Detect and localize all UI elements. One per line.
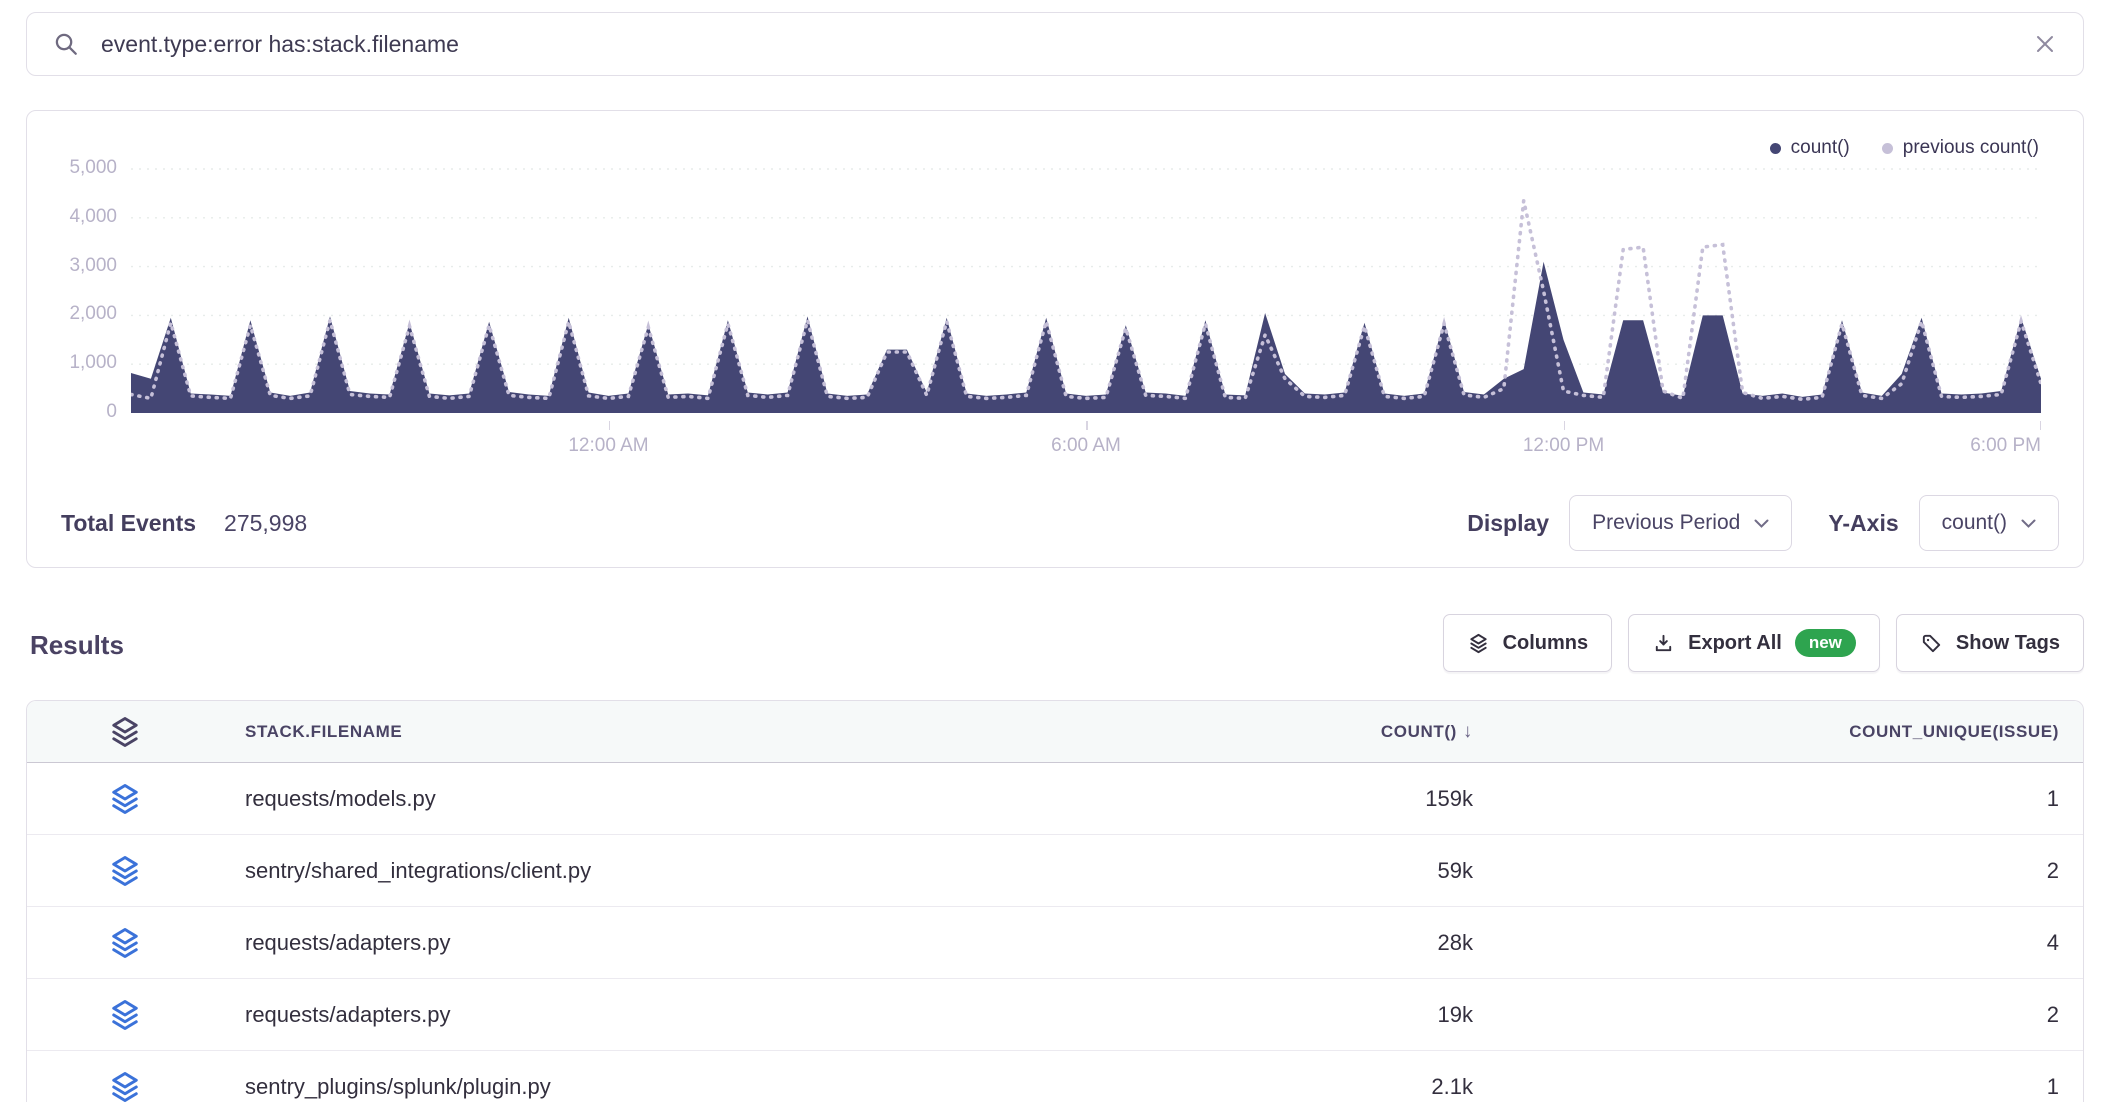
x-axis-labels: 12:00 AM 6:00 AM 12:00 PM 6:00 PM (131, 435, 2041, 461)
stack-filename-cell: sentry_plugins/splunk/plugin.py (245, 1074, 551, 1100)
count-unique-cell: 4 (1473, 930, 2059, 956)
events-chart-panel: count() previous count() 5,000 4,000 3,0… (26, 110, 2084, 568)
layers-icon (1467, 632, 1490, 655)
count-cell: 59k (1093, 858, 1473, 884)
previous-count-series-dot (1882, 143, 1893, 154)
count-unique-cell: 2 (1473, 858, 2059, 884)
stack-filename-cell: sentry/shared_integrations/client.py (245, 858, 591, 884)
results-actions: Columns Export All new Show Tags (1443, 614, 2084, 672)
display-dropdown-value: Previous Period (1592, 511, 1740, 535)
y-tick: 3,000 (69, 255, 117, 277)
display-label: Display (1467, 510, 1549, 537)
export-all-button[interactable]: Export All new (1628, 614, 1880, 672)
y-axis-dropdown[interactable]: count() (1919, 495, 2059, 551)
table-row[interactable]: sentry/shared_integrations/client.py 59k… (27, 835, 2083, 907)
x-tick: 12:00 PM (1523, 435, 1604, 457)
x-tick: 6:00 AM (1051, 435, 1121, 457)
y-axis-dropdown-value: count() (1942, 511, 2007, 535)
layers-icon[interactable] (107, 923, 147, 963)
count-unique-cell: 1 (1473, 786, 2059, 812)
sort-desc-icon: ↓ (1463, 721, 1473, 742)
y-tick: 4,000 (69, 206, 117, 228)
count-series-dot (1770, 143, 1781, 154)
legend-item-previous-count[interactable]: previous count() (1882, 137, 2039, 159)
layers-icon[interactable] (107, 995, 147, 1035)
y-axis-labels: 5,000 4,000 3,000 2,000 1,000 0 (27, 161, 117, 419)
stack-filename-cell: requests/adapters.py (245, 1002, 450, 1028)
count-cell: 159k (1093, 786, 1473, 812)
table-row[interactable]: sentry_plugins/splunk/plugin.py 2.1k 1 (27, 1051, 2083, 1102)
count-unique-cell: 2 (1473, 1002, 2059, 1028)
x-tick: 6:00 PM (1970, 435, 2041, 457)
x-tick: 12:00 AM (568, 435, 648, 457)
tag-icon (1920, 632, 1943, 655)
show-tags-button[interactable]: Show Tags (1896, 614, 2084, 672)
export-all-button-label: Export All (1688, 632, 1782, 655)
column-header-stack-filename[interactable]: STACK.FILENAME (245, 722, 402, 742)
column-header-count[interactable]: COUNT()↓ (1093, 721, 1473, 743)
chevron-down-icon (1754, 519, 1769, 528)
layers-icon[interactable] (107, 851, 147, 891)
results-table: STACK.FILENAME COUNT()↓ COUNT_UNIQUE(ISS… (26, 700, 2084, 1102)
y-tick: 1,000 (69, 352, 117, 374)
y-tick: 0 (106, 401, 117, 423)
stack-filename-cell: requests/models.py (245, 786, 436, 812)
search-input[interactable] (99, 30, 2013, 59)
legend-label: count() (1791, 137, 1850, 159)
stack-filename-cell: requests/adapters.py (245, 930, 450, 956)
results-heading: Results (30, 630, 124, 661)
layers-icon[interactable] (107, 1067, 147, 1102)
chart-legend: count() previous count() (1770, 137, 2039, 159)
layers-icon[interactable] (107, 779, 147, 819)
count-unique-cell: 1 (1473, 1074, 2059, 1100)
clear-search-icon[interactable] (2033, 32, 2057, 56)
x-axis-tickmarks (131, 421, 2041, 430)
legend-label: previous count() (1903, 137, 2039, 159)
search-icon (53, 31, 79, 57)
total-events-value: 275,998 (224, 510, 307, 537)
display-dropdown[interactable]: Previous Period (1569, 495, 1792, 551)
search-bar[interactable] (26, 12, 2084, 76)
chart-footer: Total Events 275,998 Display Previous Pe… (27, 493, 2083, 553)
columns-button[interactable]: Columns (1443, 614, 1613, 672)
count-cell: 2.1k (1093, 1074, 1473, 1100)
table-header-row: STACK.FILENAME COUNT()↓ COUNT_UNIQUE(ISS… (27, 701, 2083, 763)
legend-item-count[interactable]: count() (1770, 137, 1850, 159)
chart-svg (131, 161, 2041, 419)
new-badge: new (1795, 629, 1856, 657)
count-cell: 19k (1093, 1002, 1473, 1028)
column-header-count-unique-issue[interactable]: COUNT_UNIQUE(ISSUE) (1473, 722, 2059, 742)
table-row[interactable]: requests/adapters.py 19k 2 (27, 979, 2083, 1051)
y-tick: 2,000 (69, 303, 117, 325)
show-tags-button-label: Show Tags (1956, 632, 2060, 655)
y-tick: 5,000 (69, 157, 117, 179)
table-row[interactable]: requests/models.py 159k 1 (27, 763, 2083, 835)
chevron-down-icon (2021, 519, 2036, 528)
columns-button-label: Columns (1503, 632, 1589, 655)
chart-plot-area (131, 161, 2041, 419)
layers-icon[interactable] (107, 712, 147, 752)
y-axis-label: Y-Axis (1828, 510, 1898, 537)
total-events-label: Total Events (61, 510, 196, 537)
download-icon (1652, 632, 1675, 655)
count-cell: 28k (1093, 930, 1473, 956)
table-row[interactable]: requests/adapters.py 28k 4 (27, 907, 2083, 979)
